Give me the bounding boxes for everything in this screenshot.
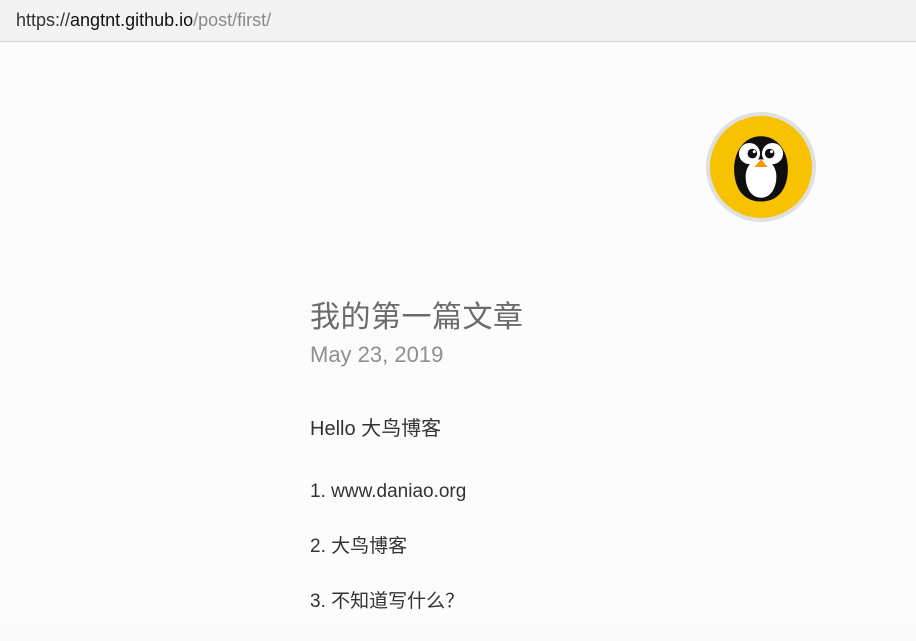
- url-path: /post/first/: [193, 10, 271, 30]
- article-list: www.daniao.org 大鸟博客 不知道写什么？: [310, 481, 730, 613]
- url-protocol: https://: [16, 10, 70, 30]
- article: 我的第一篇文章 May 23, 2019 Hello 大鸟博客 www.dani…: [310, 292, 730, 641]
- list-item: 不知道写什么？: [310, 586, 730, 613]
- avatar-link[interactable]: [706, 112, 816, 222]
- list-item: www.daniao.org: [310, 481, 730, 503]
- page-content: 我的第一篇文章 May 23, 2019 Hello 大鸟博客 www.dani…: [0, 42, 916, 625]
- list-item: 大鸟博客: [310, 531, 730, 558]
- penguin-avatar-icon: [713, 119, 809, 215]
- article-date: May 23, 2019: [310, 342, 730, 368]
- article-title: 我的第一篇文章: [310, 292, 730, 336]
- url-domain: angtnt.github.io: [70, 10, 193, 30]
- address-bar[interactable]: https://angtnt.github.io/post/first/: [0, 0, 916, 42]
- article-intro: Hello 大鸟博客: [310, 412, 730, 441]
